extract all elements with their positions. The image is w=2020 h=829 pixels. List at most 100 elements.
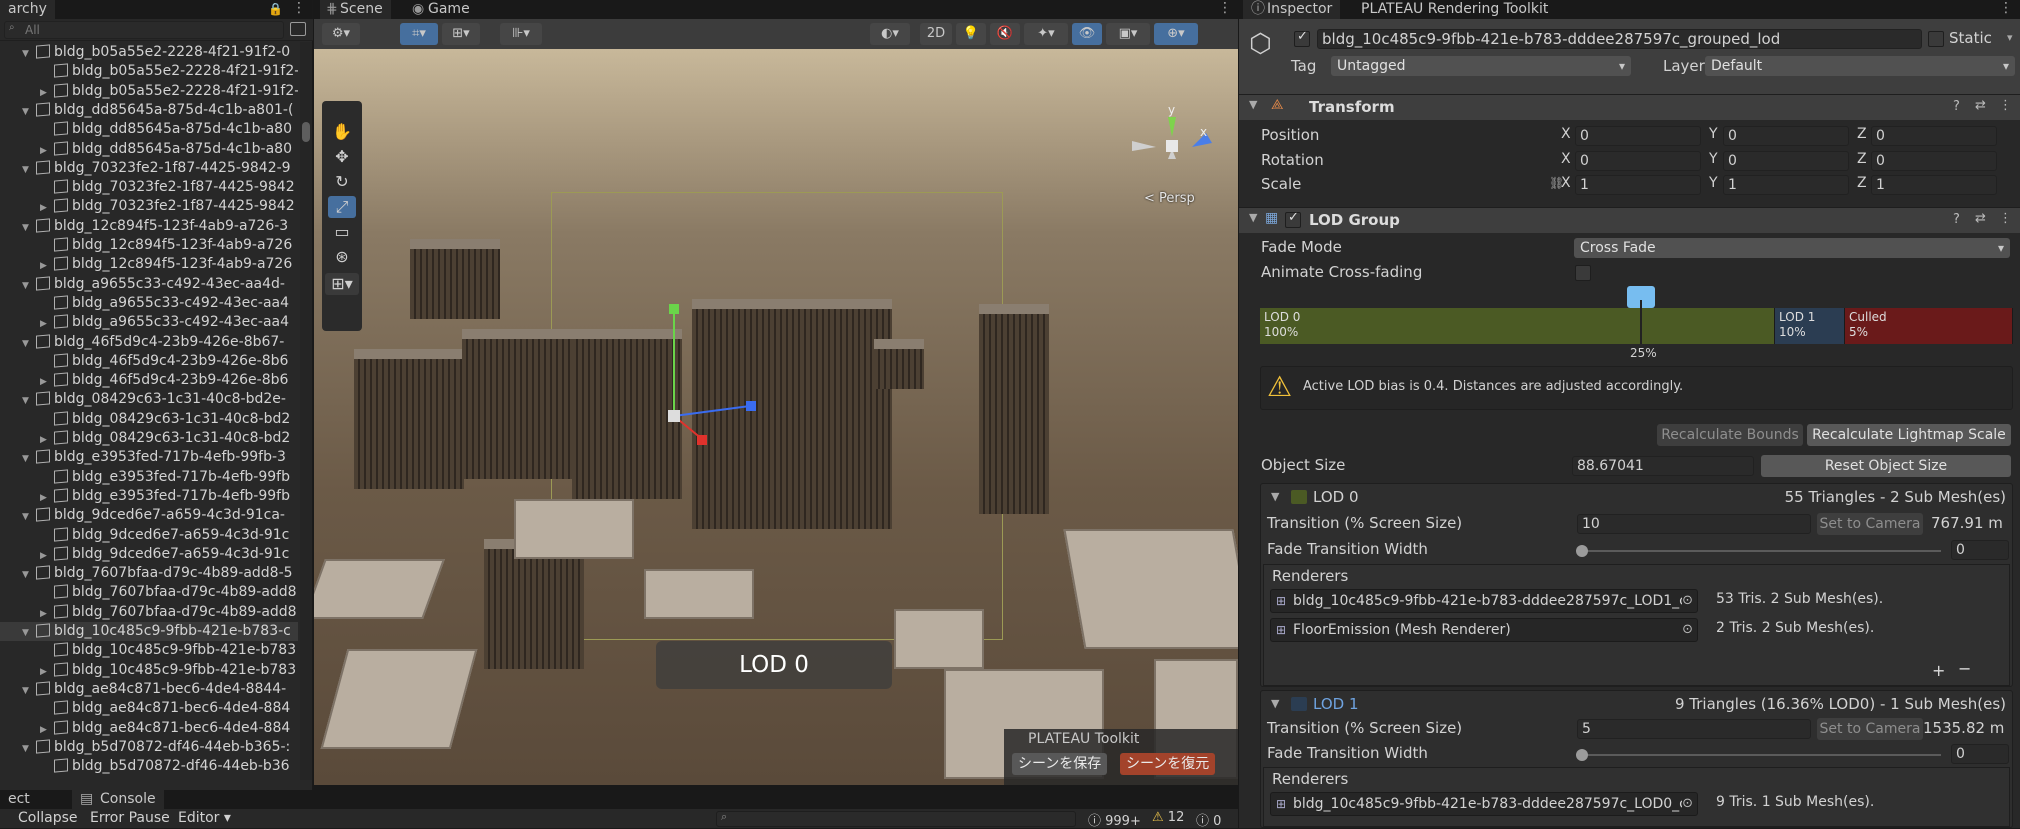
chevron-down-icon[interactable]: ▼ — [1249, 98, 1257, 111]
move-gizmo[interactable] — [634, 299, 814, 469]
gizmos-dropdown-icon[interactable]: ⊕▾ — [1154, 23, 1198, 45]
hierarchy-item[interactable]: bldg_a9655c33-c492-43ec-aa4 — [0, 294, 298, 313]
lod0-transition-input[interactable]: 10 — [1577, 514, 1811, 534]
remove-renderer-icon[interactable]: − — [1958, 659, 1971, 678]
active-checkbox[interactable] — [1294, 29, 1310, 47]
chevron-right-icon[interactable]: ▶ — [40, 257, 54, 274]
chevron-down-icon[interactable]: ▼ — [1271, 490, 1279, 503]
hierarchy-item[interactable]: ▼ bldg_9dced6e7-a659-4c3d-91ca- — [0, 506, 298, 525]
chevron-right-icon[interactable]: ▶ — [40, 547, 54, 564]
tab-inspector[interactable]: ⓘ Inspector — [1243, 0, 1341, 19]
hierarchy-item[interactable]: ▶ bldg_e3953fed-717b-4efb-99fb — [0, 487, 298, 506]
collapse-button[interactable]: Collapse — [18, 810, 78, 826]
hierarchy-item[interactable]: bldg_08429c63-1c31-40c8-bd2 — [0, 410, 298, 429]
hierarchy-item[interactable]: ▼ bldg_70323fe2-1f87-4425-9842-9 — [0, 159, 298, 178]
hierarchy-item[interactable]: ▼ bldg_ae84c871-bec6-4de4-8844- — [0, 680, 298, 699]
static-dropdown-icon[interactable]: ▾ — [2007, 31, 2013, 44]
lodgroup-enabled-checkbox[interactable] — [1285, 210, 1301, 228]
chevron-down-icon[interactable]: ▼ — [22, 624, 36, 641]
orientation-gizmo[interactable]: y x < Persp — [1126, 103, 1216, 217]
chevron-right-icon[interactable]: ▶ — [40, 721, 54, 738]
persp-label[interactable]: < Persp — [1144, 191, 1195, 206]
object-picker-icon[interactable]: ⊙ — [1682, 590, 1693, 612]
chevron-down-icon[interactable]: ▼ — [22, 508, 36, 525]
hierarchy-item[interactable]: ▼ bldg_dd85645a-875d-4c1b-a801-( — [0, 101, 298, 120]
object-picker-icon[interactable]: ⊙ — [1682, 619, 1693, 641]
renderer-field[interactable]: ⊞ FloorEmission (Mesh Renderer) ⊙ — [1270, 618, 1698, 642]
hierarchy-item[interactable]: ▼ bldg_46f5d9c4-23b9-426e-8b67- — [0, 333, 298, 352]
hierarchy-item[interactable]: ▶ bldg_ae84c871-bec6-4de4-884 — [0, 719, 298, 738]
object-picker-icon[interactable]: ⊙ — [1682, 793, 1693, 815]
rect-tool-icon[interactable]: ▭ — [328, 221, 356, 243]
chevron-down-icon[interactable]: ▼ — [1271, 697, 1279, 710]
hierarchy-item[interactable]: ▶ bldg_dd85645a-875d-4c1b-a80 — [0, 140, 298, 159]
hierarchy-item[interactable]: bldg_70323fe2-1f87-4425-9842 — [0, 178, 298, 197]
hierarchy-item[interactable]: ▶ bldg_08429c63-1c31-40c8-bd2 — [0, 429, 298, 448]
help-icon[interactable]: ? — [1953, 99, 1960, 114]
toggle-2d-button[interactable]: 2D — [920, 23, 952, 45]
scene-visibility-icon[interactable]: 👁 — [1072, 23, 1102, 45]
hierarchy-item[interactable]: ▶ bldg_70323fe2-1f87-4425-9842 — [0, 197, 298, 216]
hierarchy-search-input[interactable]: ⌕ All — [4, 21, 284, 39]
effects-dropdown-icon[interactable]: ✦▾ — [1024, 23, 1068, 45]
recalculate-bounds-button[interactable]: Recalculate Bounds — [1657, 424, 1803, 446]
help-icon[interactable]: ? — [1953, 212, 1960, 227]
lod1-transition-input[interactable]: 5 — [1577, 719, 1811, 739]
renderer-field[interactable]: ⊞ bldg_10c485c9-9fbb-421e-b783-dddee28759… — [1270, 792, 1698, 816]
lod0-fade-input[interactable]: 0 — [1951, 540, 2009, 560]
lod1-fade-slider[interactable] — [1576, 749, 1941, 761]
hierarchy-item[interactable]: bldg_ae84c871-bec6-4de4-884 — [0, 699, 298, 718]
tab-console[interactable]: ▤ Console — [72, 790, 164, 809]
chevron-right-icon[interactable]: ▶ — [40, 199, 54, 216]
hierarchy-item[interactable]: bldg_46f5d9c4-23b9-426e-8b6 — [0, 352, 298, 371]
scrollbar-thumb[interactable] — [302, 122, 310, 142]
hierarchy-item[interactable]: ▼ bldg_12c894f5-123f-4ab9-a726-3 — [0, 217, 298, 236]
scene-viewport[interactable]: ✋ ✥ ↻ ⤢ ▭ ⊛ ⊞▾ y x < Persp LOD 0 PLATEAU… — [314, 49, 1238, 785]
hierarchy-item[interactable]: bldg_12c894f5-123f-4ab9-a726 — [0, 236, 298, 255]
lod1-fade-input[interactable]: 0 — [1951, 744, 2009, 764]
preset-icon[interactable]: ⇄ — [1975, 98, 1986, 113]
hierarchy-item[interactable]: ▶ bldg_12c894f5-123f-4ab9-a726 — [0, 255, 298, 274]
hierarchy-scrollbar[interactable] — [300, 42, 312, 780]
chevron-right-icon[interactable]: ▶ — [40, 489, 54, 506]
align-tools-button[interactable]: ⊪▾ — [500, 23, 542, 45]
error-count[interactable]: ⓘ 0 — [1196, 810, 1221, 829]
transform-header[interactable]: ▼ ⟁ Transform ? ⇄ ⋮ — [1239, 94, 2020, 120]
hierarchy-item[interactable]: ▶ bldg_b05a55e2-2228-4f21-91f2- — [0, 82, 298, 101]
axis-gizmo-icon[interactable] — [1126, 107, 1216, 187]
tab-hierarchy[interactable]: archy — [0, 0, 55, 19]
object-size-input[interactable]: 88.67041 — [1572, 456, 1754, 476]
chevron-down-icon[interactable]: ▼ — [22, 103, 36, 120]
chevron-right-icon[interactable]: ▶ — [40, 142, 54, 159]
chevron-down-icon[interactable]: ▼ — [22, 335, 36, 352]
tab-game[interactable]: ◉ Game — [406, 0, 478, 19]
object-name-input[interactable]: bldg_10c485c9-9fbb-421e-b783-dddee287597… — [1317, 29, 1922, 49]
scale-tool-icon[interactable]: ⤢ — [328, 196, 356, 218]
hierarchy-item[interactable]: bldg_7607bfaa-d79c-4b89-add8 — [0, 583, 298, 602]
restore-scene-button[interactable]: シーンを復元 — [1120, 753, 1216, 775]
scale-y-input[interactable]: 1 — [1723, 175, 1849, 195]
hierarchy-item[interactable]: ▶ bldg_7607bfaa-d79c-4b89-add8 — [0, 603, 298, 622]
more-menu-icon[interactable]: ⋮ — [292, 0, 306, 16]
position-x-input[interactable]: 0 — [1575, 126, 1701, 146]
renderer-field[interactable]: ⊞ bldg_10c485c9-9fbb-421e-b783-dddee28759… — [1270, 589, 1698, 613]
hierarchy-item[interactable]: bldg_e3953fed-717b-4efb-99fb — [0, 468, 298, 487]
custom-tools-icon[interactable]: ⊞▾ — [325, 273, 359, 295]
chevron-right-icon[interactable]: ▶ — [40, 663, 54, 680]
save-scene-button[interactable]: シーンを保存 — [1012, 753, 1108, 775]
chevron-down-icon[interactable]: ▼ — [22, 45, 36, 62]
chevron-down-icon[interactable]: ▼ — [22, 566, 36, 583]
hierarchy-item[interactable]: ▼ bldg_7607bfaa-d79c-4b89-add8-5 — [0, 564, 298, 583]
draw-mode-dropdown[interactable]: ◐▾ — [870, 23, 910, 45]
hierarchy-item[interactable]: ▶ bldg_a9655c33-c492-43ec-aa4 — [0, 313, 298, 332]
reset-object-size-button[interactable]: Reset Object Size — [1761, 455, 2011, 477]
scene-search-icon[interactable] — [290, 22, 306, 36]
chevron-right-icon[interactable]: ▶ — [40, 373, 54, 390]
chevron-right-icon[interactable]: ▶ — [40, 431, 54, 448]
hierarchy-item[interactable]: ▶ bldg_10c485c9-9fbb-421e-b783 — [0, 661, 298, 680]
chevron-down-icon[interactable]: ▼ — [1249, 211, 1257, 224]
hierarchy-item[interactable]: ▶ bldg_46f5d9c4-23b9-426e-8b6 — [0, 371, 298, 390]
hierarchy-item[interactable]: ▼ bldg_08429c63-1c31-40c8-bd2e- — [0, 390, 298, 409]
scale-z-input[interactable]: 1 — [1871, 175, 1997, 195]
slider-knob[interactable] — [1576, 545, 1588, 557]
